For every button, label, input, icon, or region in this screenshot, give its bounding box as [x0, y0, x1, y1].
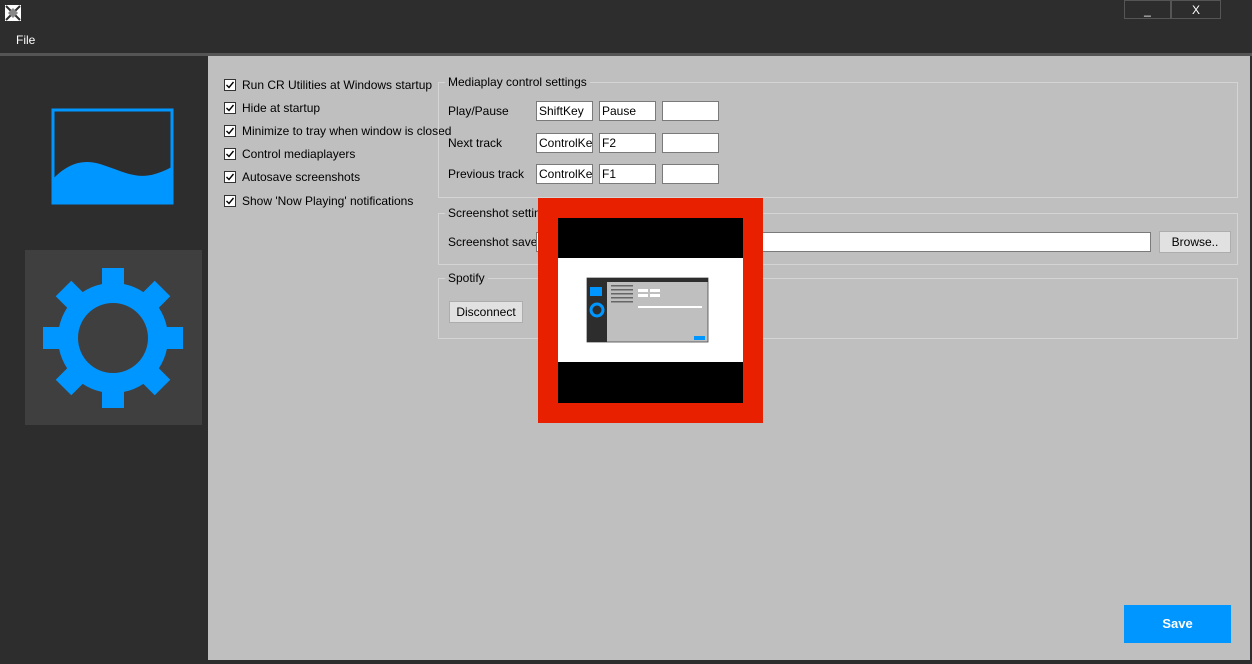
- menu-bar: File: [0, 29, 1252, 53]
- title-bar: _ X: [0, 0, 1252, 29]
- close-button[interactable]: X: [1171, 0, 1221, 19]
- menu-file[interactable]: File: [16, 33, 35, 47]
- checkbox[interactable]: [224, 195, 236, 207]
- check-icon: [226, 173, 235, 181]
- hotkey-modifier-field[interactable]: ControlKey: [536, 133, 593, 153]
- preview-frame: [558, 218, 743, 403]
- hotkey-extra-field[interactable]: [662, 133, 719, 153]
- gear-icon: [43, 268, 183, 408]
- checkbox-label: Control mediaplayers: [242, 147, 356, 161]
- hotkey-modifier-field[interactable]: ShiftKey: [536, 101, 593, 121]
- group-title: Spotify: [445, 271, 488, 285]
- sidebar: [0, 56, 205, 664]
- option-now-playing-notifications[interactable]: Show 'Now Playing' notifications: [224, 193, 413, 209]
- option-run-at-startup[interactable]: Run CR Utilities at Windows startup: [224, 77, 432, 93]
- checkbox-label: Autosave screenshots: [242, 170, 361, 184]
- checkbox-label: Hide at startup: [242, 101, 321, 115]
- checkbox-label: Run CR Utilities at Windows startup: [242, 78, 433, 92]
- browse-button[interactable]: Browse..: [1159, 231, 1231, 253]
- hotkey-key-field[interactable]: Pause: [599, 101, 656, 121]
- spotify-disconnect-button[interactable]: Disconnect: [449, 301, 523, 323]
- row-label-next-track: Next track: [448, 136, 503, 150]
- option-control-mediaplayers[interactable]: Control mediaplayers: [224, 146, 355, 162]
- mediaplay-group: Mediaplay control settings Play/Pause Sh…: [438, 75, 1238, 198]
- checkbox-label: Minimize to tray when window is closed: [242, 124, 452, 138]
- save-button[interactable]: Save: [1124, 605, 1231, 643]
- hotkey-extra-field[interactable]: [662, 164, 719, 184]
- row-label-play-pause: Play/Pause: [448, 104, 509, 118]
- checkbox[interactable]: [224, 171, 236, 183]
- check-icon: [226, 81, 235, 89]
- checkbox[interactable]: [224, 125, 236, 137]
- checkbox[interactable]: [224, 148, 236, 160]
- hotkey-modifier-field[interactable]: ControlKey: [536, 164, 593, 184]
- check-icon: [226, 127, 235, 135]
- check-icon: [226, 104, 235, 112]
- group-title: Mediaplay control settings: [445, 75, 590, 89]
- checkbox-label: Show 'Now Playing' notifications: [242, 194, 414, 208]
- sidebar-item-screenshot[interactable]: [25, 76, 202, 230]
- screenshot-wave-icon: [51, 108, 174, 205]
- screenshot-preview-overlay: [538, 198, 763, 423]
- option-hide-at-startup[interactable]: Hide at startup: [224, 100, 320, 116]
- minimize-button[interactable]: _: [1124, 0, 1171, 19]
- checkbox[interactable]: [224, 102, 236, 114]
- hotkey-key-field[interactable]: F1: [599, 164, 656, 184]
- option-minimize-to-tray[interactable]: Minimize to tray when window is closed: [224, 123, 451, 139]
- preview-thumbnail-image: [586, 277, 709, 343]
- check-icon: [226, 197, 235, 205]
- hotkey-key-field[interactable]: F2: [599, 133, 656, 153]
- hotkey-extra-field[interactable]: [662, 101, 719, 121]
- app-logo-icon: [5, 5, 21, 21]
- option-autosave-screenshots[interactable]: Autosave screenshots: [224, 169, 360, 185]
- sidebar-item-settings[interactable]: [25, 250, 202, 425]
- check-icon: [226, 150, 235, 158]
- checkbox[interactable]: [224, 79, 236, 91]
- preview-canvas: [558, 258, 743, 362]
- row-label-previous-track: Previous track: [448, 167, 525, 181]
